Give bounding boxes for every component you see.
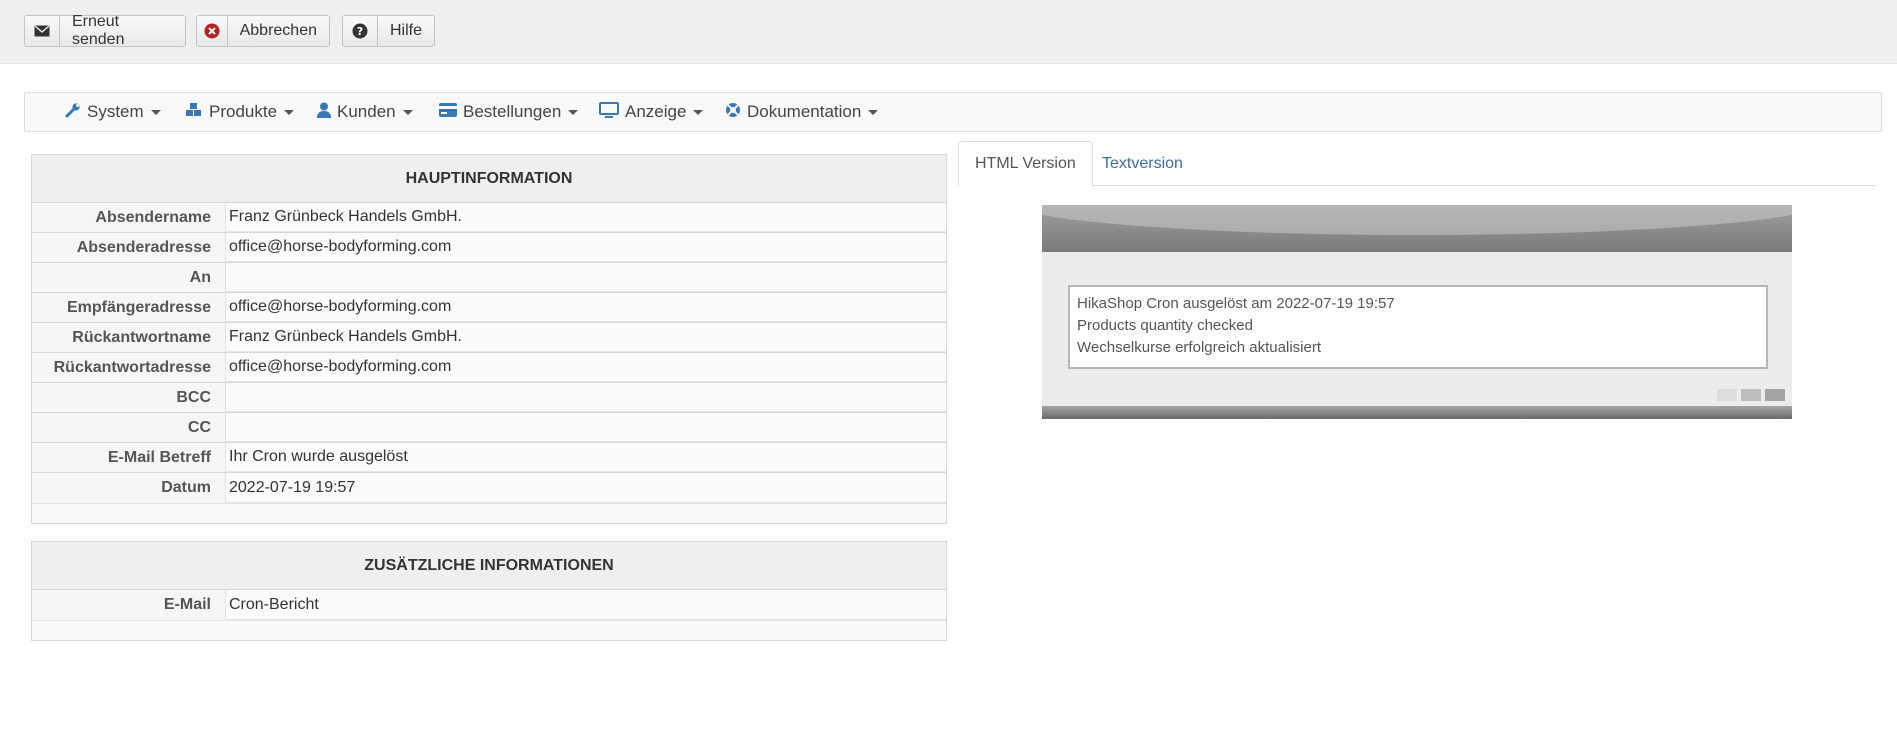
caret-down-icon — [693, 109, 704, 115]
info-row-reply-name: Rückantwortname Franz Grünbeck Handels G… — [32, 323, 946, 353]
info-row-reply-address: Rückantwortadresse office@horse-bodyform… — [32, 353, 946, 383]
row-value: office@horse-bodyforming.com — [226, 293, 946, 322]
row-value: office@horse-bodyforming.com — [226, 233, 946, 262]
menu-dokumentation[interactable]: Dokumentation — [725, 93, 879, 131]
menu-produkte-label: Produkte — [209, 102, 278, 121]
cancel-circle-icon — [197, 16, 228, 46]
cancel-label: Abbrechen — [239, 22, 317, 39]
preview-line: HikaShop Cron ausgelöst am 2022-07-19 19… — [1077, 295, 1395, 312]
info-row-email: E-Mail Cron-Bericht — [32, 590, 946, 620]
info-row-to: An — [32, 263, 946, 293]
tab-text-version[interactable]: Textversion — [1086, 141, 1199, 186]
row-key: An — [32, 263, 226, 292]
info-row-recipient-address: Empfängeradresse office@horse-bodyformin… — [32, 293, 946, 323]
row-value: Franz Grünbeck Handels GmbH. — [226, 203, 946, 232]
help-button[interactable]: ? Hilfe — [342, 15, 435, 47]
row-value: Cron-Bericht — [226, 590, 946, 620]
cancel-button[interactable]: Abbrechen — [196, 15, 330, 47]
menu-bestellungen[interactable]: Bestellungen — [439, 93, 579, 131]
credit-card-icon — [439, 102, 457, 122]
envelope-icon — [25, 16, 60, 46]
help-label: Hilfe — [389, 22, 422, 39]
email-preview: HikaShop Cron ausgelöst am 2022-07-19 19… — [1042, 205, 1792, 419]
row-key: E-Mail — [32, 590, 226, 620]
caret-down-icon — [868, 109, 879, 115]
row-key: Empfängeradresse — [32, 293, 226, 322]
menu-system-label: System — [87, 102, 144, 121]
row-value: Franz Grünbeck Handels GmbH. — [226, 323, 946, 352]
resend-label: Erneut senden — [71, 13, 125, 48]
resend-button[interactable]: Erneut senden — [24, 13, 186, 48]
row-value: Ihr Cron wurde ausgelöst — [226, 443, 946, 472]
question-circle-icon: ? — [343, 16, 378, 46]
main-menubar: System Produkte Kunden Bestellungen Anze… — [24, 92, 1882, 132]
row-key: E-Mail Betreff — [32, 443, 226, 472]
row-key: BCC — [32, 383, 226, 412]
toolbar: Erneut senden Abbrechen ? Hilfe — [0, 0, 1897, 64]
row-value — [226, 413, 946, 442]
panel-spacer — [32, 503, 946, 523]
preview-footer-band — [1042, 406, 1792, 419]
info-row-sender-name: Absendername Franz Grünbeck Handels GmbH… — [32, 203, 946, 233]
panel-spacer — [32, 620, 946, 640]
menu-anzeige-label: Anzeige — [625, 102, 687, 121]
row-key: Rückantwortname — [32, 323, 226, 352]
preview-footer-blocks — [1717, 389, 1785, 401]
wrench-icon — [65, 102, 81, 123]
info-row-cc: CC — [32, 413, 946, 443]
monitor-icon — [599, 101, 619, 123]
info-row-subject: E-Mail Betreff Ihr Cron wurde ausgelöst — [32, 443, 946, 473]
menu-kunden-label: Kunden — [337, 102, 396, 121]
row-value — [226, 383, 946, 412]
preview-line: Products quantity checked — [1077, 317, 1253, 334]
preview-line: Wechselkurse erfolgreich aktualisiert — [1077, 339, 1321, 356]
info-row-date: Datum 2022-07-19 19:57 — [32, 473, 946, 503]
menu-dokumentation-label: Dokumentation — [747, 102, 862, 121]
svg-text:?: ? — [357, 25, 363, 38]
preview-header-arc — [1042, 205, 1792, 235]
footer-block — [1765, 389, 1785, 401]
row-value — [226, 263, 946, 292]
row-value: office@horse-bodyforming.com — [226, 353, 946, 382]
row-key: Datum — [32, 473, 226, 503]
cubes-icon — [185, 102, 203, 123]
caret-down-icon — [150, 109, 161, 115]
extra-info-title: ZUSÄTZLICHE INFORMATIONEN — [32, 542, 946, 590]
menu-anzeige[interactable]: Anzeige — [599, 93, 704, 131]
footer-block — [1741, 389, 1761, 401]
row-key: Absenderadresse — [32, 233, 226, 262]
preview-header-band — [1042, 205, 1792, 252]
caret-down-icon — [402, 109, 413, 115]
caret-down-icon — [284, 109, 295, 115]
row-key: Rückantwortadresse — [32, 353, 226, 382]
footer-block — [1717, 389, 1737, 401]
menu-kunden[interactable]: Kunden — [317, 93, 413, 131]
lifebuoy-icon — [725, 102, 741, 123]
version-tabs: HTML Version Textversion — [958, 141, 1876, 187]
extra-info-panel: ZUSÄTZLICHE INFORMATIONEN E-Mail Cron-Be… — [31, 541, 947, 641]
preview-message-box: HikaShop Cron ausgelöst am 2022-07-19 19… — [1068, 285, 1768, 369]
menu-produkte[interactable]: Produkte — [185, 93, 295, 131]
main-info-panel: HAUPTINFORMATION Absendername Franz Grün… — [31, 154, 947, 524]
tab-html-version[interactable]: HTML Version — [958, 141, 1093, 187]
user-icon — [317, 102, 331, 123]
info-row-bcc: BCC — [32, 383, 946, 413]
row-key: CC — [32, 413, 226, 442]
menu-bestellungen-label: Bestellungen — [463, 102, 562, 121]
caret-down-icon — [568, 109, 579, 115]
main-info-title: HAUPTINFORMATION — [32, 155, 946, 203]
row-value: 2022-07-19 19:57 — [226, 473, 946, 503]
info-row-sender-address: Absenderadresse office@horse-bodyforming… — [32, 233, 946, 263]
row-key: Absendername — [32, 203, 226, 232]
menu-system[interactable]: System — [65, 93, 161, 131]
